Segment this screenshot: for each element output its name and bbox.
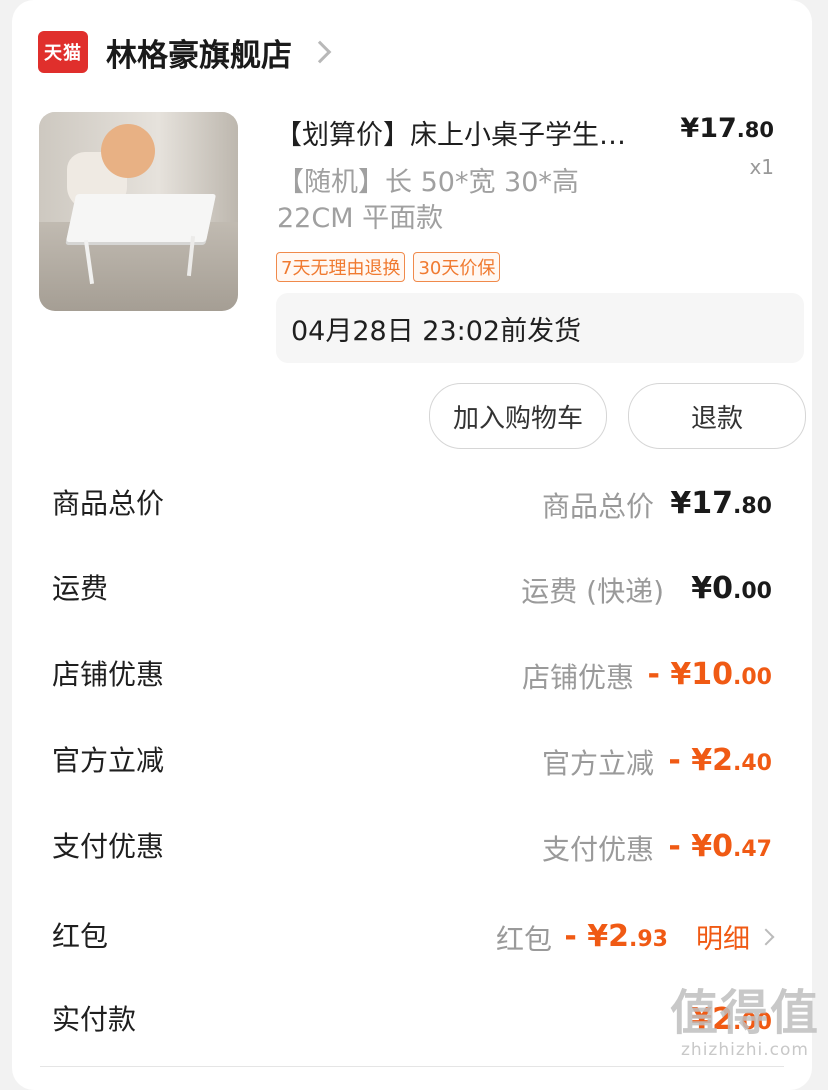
shop-header[interactable]: 天猫 林格豪旗舰店 (38, 28, 332, 76)
add-to-cart-button[interactable]: 加入购物车 (429, 383, 607, 449)
chevron-right-icon (757, 928, 775, 945)
row-amount: ¥0.00 (691, 571, 772, 606)
row-label: 运费 (52, 572, 109, 605)
row-amount: ¥17.80 (670, 486, 772, 521)
row-label: 商品总价 (52, 487, 165, 520)
row-sub-label: 官方立减 (541, 747, 654, 780)
row-label: 实付款 (52, 1003, 137, 1036)
tag-return: 7天无理由退换 (276, 252, 406, 282)
row-label: 支付优惠 (52, 830, 165, 863)
row-sub-label: 红包 (495, 923, 552, 956)
row-label: 店铺优惠 (52, 658, 165, 691)
row-goods-total: 商品总价 商品总价 ¥17.80 (52, 482, 772, 523)
product-image[interactable] (39, 112, 238, 311)
refund-button[interactable]: 退款 (628, 383, 806, 449)
product-spec: 【随机】长 50*宽 30*高 22CM 平面款 (277, 167, 579, 234)
row-paid: 实付款 ¥2.00 (52, 998, 772, 1038)
row-sub-label: 店铺优惠 (521, 661, 634, 694)
tag-price-protect: 30天价保 (413, 252, 501, 282)
product-price: ¥17.80 (680, 113, 774, 144)
ship-info: 04月28日 23:02前发货 (276, 293, 804, 363)
divider (40, 1066, 784, 1067)
row-amount: - ¥10.00 (647, 657, 772, 692)
row-red-packet[interactable]: 红包 红包 - ¥2.93 明细 (52, 915, 775, 956)
row-sub-label: 运费 (快递) (521, 575, 664, 608)
row-label: 红包 (52, 920, 109, 953)
row-sub-label: 支付优惠 (541, 833, 654, 866)
shop-name[interactable]: 林格豪旗舰店 (106, 30, 292, 75)
row-amount: - ¥2.93 (564, 919, 668, 954)
service-tags: 7天无理由退换 30天价保 (276, 252, 501, 282)
row-amount: - ¥2.40 (668, 743, 772, 778)
row-label: 官方立减 (52, 744, 165, 777)
chevron-right-icon[interactable] (308, 40, 332, 64)
product-title[interactable]: 【划算价】床上小桌子学生… (275, 113, 695, 152)
tmall-logo: 天猫 (38, 31, 88, 73)
row-amount: - ¥0.47 (668, 829, 772, 864)
row-shop-discount: 店铺优惠 店铺优惠 - ¥10.00 (52, 653, 772, 694)
detail-link[interactable]: 明细 (696, 917, 775, 956)
row-sub-label: 商品总价 (541, 490, 654, 523)
row-official-discount: 官方立减 官方立减 - ¥2.40 (52, 739, 772, 780)
ship-time: 04月28日 23:02前发货 (291, 315, 582, 347)
row-shipping: 运费 运费 (快递) ¥0.00 (52, 567, 772, 608)
row-payment-discount: 支付优惠 支付优惠 - ¥0.47 (52, 825, 772, 866)
watermark: 值得值 zhizhizhi.com (669, 985, 820, 1060)
order-card: 天猫 林格豪旗舰店 【划算价】床上小桌子学生… ¥17.80 x1 【随机】长 … (12, 0, 812, 1090)
product-qty: x1 (749, 155, 774, 179)
